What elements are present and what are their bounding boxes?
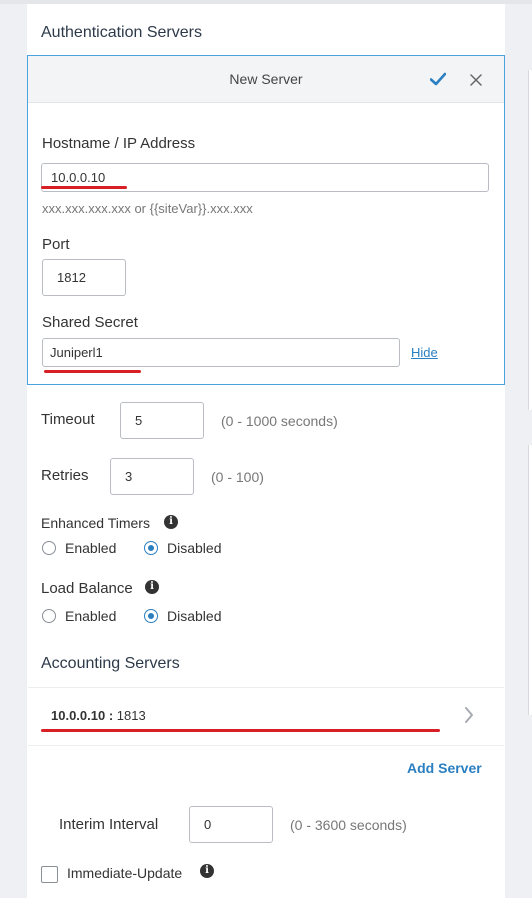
shared-secret-input[interactable]: Juniperl1 (42, 338, 400, 367)
accounting-server-port: 1813 (116, 708, 146, 723)
new-server-form (27, 55, 505, 385)
annotation-underline (41, 729, 440, 732)
port-label: Port (42, 236, 70, 253)
hide-secret-link[interactable]: Hide (411, 345, 438, 360)
hostname-hint: xxx.xxx.xxx.xxx or {{siteVar}}.xxx.xxx (42, 201, 253, 216)
chevron-right-icon[interactable] (464, 707, 474, 723)
load-balance-disabled-radio[interactable] (144, 609, 158, 623)
accounting-server-row[interactable]: 10.0.0.10 : 1813 (28, 687, 504, 746)
accounting-server-label: 10.0.0.10 : 1813 (51, 708, 146, 723)
immediate-update-label: Immediate-Update (67, 865, 183, 881)
timeout-value: 5 (135, 413, 143, 428)
interim-interval-label: Interim Interval (59, 816, 159, 833)
accounting-servers-title: Accounting Servers (41, 655, 180, 672)
enhanced-timers-disabled-radio[interactable] (144, 541, 158, 555)
retries-label: Retries (41, 467, 89, 484)
auth-servers-title: Authentication Servers (41, 24, 202, 41)
port-value: 1812 (57, 270, 86, 285)
enhanced-timers-enabled-label: Enabled (65, 540, 117, 556)
load-balance-label: Load Balance (41, 580, 133, 597)
retries-value: 3 (125, 469, 133, 484)
enhanced-timers-disabled-label: Disabled (167, 540, 222, 556)
adjacent-panel-edge (528, 70, 532, 410)
hostname-value: 10.0.0.10 (51, 170, 106, 185)
info-icon[interactable]: i (200, 864, 214, 878)
annotation-underline (41, 186, 127, 189)
port-input[interactable]: 1812 (42, 259, 126, 296)
enhanced-timers-label: Enhanced Timers (41, 515, 150, 531)
accounting-server-host: 10.0.0.10 (51, 708, 106, 723)
info-icon[interactable]: i (145, 580, 159, 594)
interim-interval-input[interactable]: 0 (189, 806, 273, 843)
new-server-header: New Server (28, 56, 504, 103)
annotation-underline (44, 370, 141, 373)
interim-interval-value: 0 (204, 817, 212, 832)
timeout-hint: (0 - 1000 seconds) (221, 413, 338, 429)
load-balance-disabled-label: Disabled (167, 608, 222, 624)
shared-secret-value: Juniperl1 (50, 345, 103, 360)
hostname-label: Hostname / IP Address (42, 135, 196, 152)
timeout-label: Timeout (41, 411, 95, 428)
load-balance-enabled-radio[interactable] (42, 609, 56, 623)
add-server-button[interactable]: Add Server (407, 760, 482, 776)
retries-input[interactable]: 3 (110, 458, 194, 495)
enhanced-timers-enabled-radio[interactable] (42, 541, 56, 555)
retries-hint: (0 - 100) (211, 469, 264, 485)
adjacent-panel-edge (528, 445, 532, 715)
shared-secret-label: Shared Secret (42, 314, 138, 331)
check-icon[interactable] (430, 72, 446, 86)
timeout-input[interactable]: 5 (120, 402, 204, 439)
interim-interval-hint: (0 - 3600 seconds) (290, 817, 407, 833)
immediate-update-checkbox[interactable] (41, 866, 58, 883)
accounting-server-separator: : (105, 708, 117, 723)
info-icon[interactable]: i (164, 515, 178, 529)
load-balance-enabled-label: Enabled (65, 608, 117, 624)
close-icon[interactable] (470, 74, 482, 86)
